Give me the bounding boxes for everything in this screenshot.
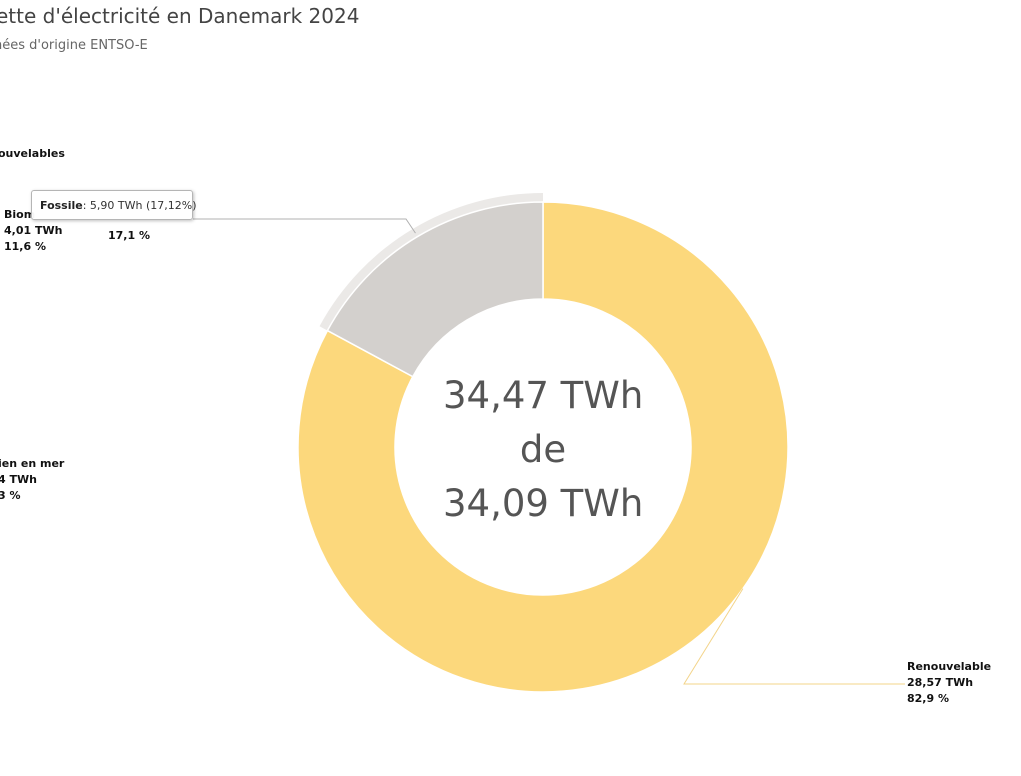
label-renewables-group-name: ouvelables: [0, 147, 65, 160]
tooltip-series-name: Fossile: [40, 199, 83, 212]
label-fossil-percent: 17,1 %: [108, 229, 150, 242]
label-renewable-percent: 82,9 %: [907, 692, 949, 705]
label-fossil: 17,1 %: [108, 228, 150, 244]
tooltip: Fossile: 5,90 TWh (17,12%): [31, 190, 197, 220]
center-separator: de: [519, 428, 567, 471]
label-renewable-name: Renouvelable: [907, 660, 992, 673]
label-renewables-group: ouvelables: [0, 146, 65, 162]
label-renewable: Renouvelable 28,57 TWh 82,9 %: [907, 659, 991, 707]
label-offshore-wind: ien en mer 4 TWh 3 %: [0, 456, 64, 504]
label-biomass-value: 4,01 TWh: [4, 224, 63, 237]
label-offshore-wind-name: ien en mer: [0, 457, 65, 470]
center-reference: 34,09 TWh: [443, 482, 644, 525]
label-biomass-percent: 11,6 %: [4, 240, 46, 253]
tooltip-value: : 5,90 TWh (17,12%): [82, 199, 197, 212]
connector-fossil: [193, 218, 416, 234]
center-total: 34,47 TWh: [443, 374, 644, 417]
label-offshore-wind-percent: 3 %: [0, 489, 21, 502]
label-renewable-value: 28,57 TWh: [907, 676, 974, 689]
label-offshore-wind-value: 4 TWh: [0, 473, 37, 486]
